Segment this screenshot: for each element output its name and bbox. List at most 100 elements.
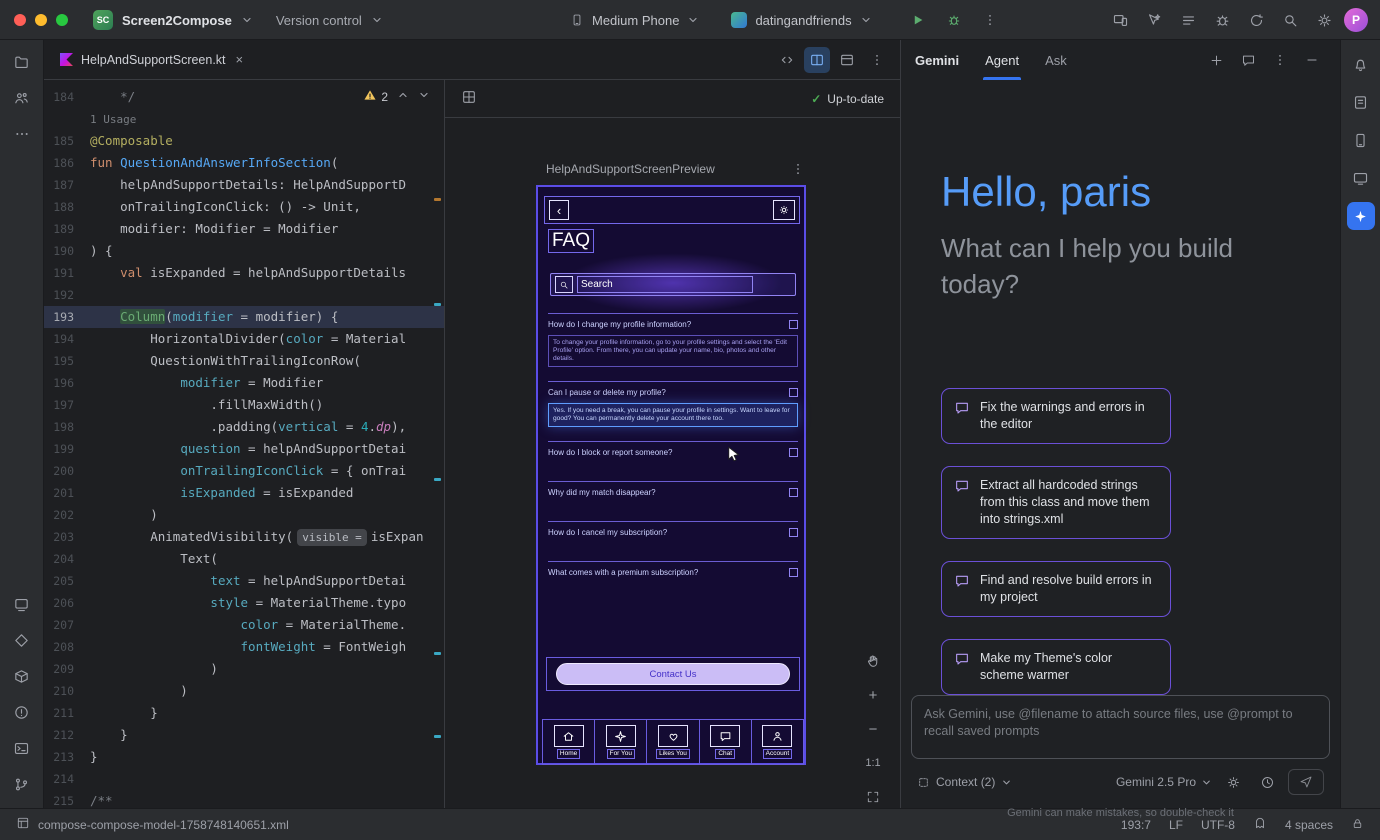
version-control-menu[interactable]: Version control — [276, 13, 362, 28]
gemini-prompt-input[interactable]: Ask Gemini, use @filename to attach sour… — [911, 695, 1330, 759]
new-chat-icon[interactable] — [1202, 46, 1230, 74]
assistant-icon[interactable] — [1347, 88, 1375, 116]
line-separator[interactable]: LF — [1169, 818, 1183, 832]
minimize-panel-icon[interactable] — [1298, 46, 1326, 74]
layout-grid-icon[interactable] — [461, 89, 477, 108]
suggestion-card[interactable]: Fix the warnings and errors in the edito… — [941, 388, 1171, 444]
more-actions-button[interactable] — [976, 6, 1004, 34]
code-line[interactable]: 215/** — [44, 790, 444, 808]
expand-icon[interactable] — [789, 448, 798, 457]
notifications-icon[interactable] — [1347, 50, 1375, 78]
editor-options-kebab[interactable] — [864, 47, 890, 73]
code-line[interactable]: 193 Column(modifier = modifier) { — [44, 306, 444, 328]
chevron-down-icon[interactable] — [241, 14, 253, 26]
expand-icon[interactable] — [789, 568, 798, 577]
prompt-history-icon[interactable] — [1254, 769, 1280, 795]
code-line[interactable]: 206 style = MaterialTheme.typo — [44, 592, 444, 614]
zoom-window-button[interactable] — [56, 14, 68, 26]
context-button[interactable]: Context (2) — [917, 775, 1012, 789]
caret-position[interactable]: 193:7 — [1121, 818, 1151, 832]
preview-name-label[interactable]: HelpAndSupportScreenPreview — [546, 162, 715, 176]
todo-list-icon[interactable] — [1174, 6, 1202, 34]
nav-item-account[interactable]: Account — [751, 720, 803, 764]
code-line[interactable]: 187 helpAndSupportDetails: HelpAndSuppor… — [44, 174, 444, 196]
device-manager-icon[interactable] — [1347, 126, 1375, 154]
ui-check-icon[interactable] — [8, 590, 36, 618]
run-button[interactable] — [904, 6, 932, 34]
run-configuration[interactable]: datingandfriends — [755, 13, 851, 28]
user-avatar[interactable]: P — [1344, 8, 1368, 32]
ai-actions-icon[interactable] — [1140, 6, 1168, 34]
expand-icon[interactable] — [789, 488, 798, 497]
device-mirroring-icon[interactable] — [1106, 6, 1134, 34]
faq-item[interactable]: What comes with a premium subscription? — [548, 561, 798, 601]
suggestion-card[interactable]: Make my Theme's color scheme warmer — [941, 639, 1171, 695]
code-line[interactable]: 194 HorizontalDivider(color = Material — [44, 328, 444, 350]
code-line[interactable]: 214 — [44, 768, 444, 790]
file-tab[interactable]: HelpAndSupportScreen.kt × — [44, 40, 253, 79]
zoom-ratio-button[interactable]: 1:1 — [860, 750, 886, 776]
faq-item[interactable]: Can I pause or delete my profile?Yes. If… — [548, 381, 798, 441]
sync-project-icon[interactable] — [1242, 6, 1270, 34]
code-view-button[interactable] — [774, 47, 800, 73]
suggestion-card[interactable]: Extract all hardcoded strings from this … — [941, 466, 1171, 539]
faq-item[interactable]: How do I block or report someone? — [548, 441, 798, 481]
expand-icon[interactable] — [789, 528, 798, 537]
code-line[interactable]: 201 isExpanded = isExpanded — [44, 482, 444, 504]
code-line[interactable]: 185@Composable — [44, 130, 444, 152]
code-editor[interactable]: 184 */1 Usage185@Composable186fun Questi… — [44, 80, 444, 808]
code-line[interactable]: 188 onTrailingIconClick: () -> Unit, — [44, 196, 444, 218]
suggestion-card[interactable]: Find and resolve build errors in my proj… — [941, 561, 1171, 617]
settings-icon[interactable] — [1310, 6, 1338, 34]
code-line[interactable]: 192 — [44, 284, 444, 306]
tab-ask[interactable]: Ask — [1045, 40, 1067, 80]
code-line[interactable]: 211 } — [44, 702, 444, 724]
preview-canvas[interactable]: HelpAndSupportScreenPreview ‹ FAQ Search — [445, 118, 900, 808]
chevron-down-icon[interactable] — [687, 14, 699, 26]
zoom-in-button[interactable]: + — [860, 682, 886, 708]
gemini-settings-icon[interactable] — [1220, 769, 1246, 795]
close-window-button[interactable] — [14, 14, 26, 26]
device-selector[interactable]: Medium Phone — [592, 13, 679, 28]
code-line[interactable]: 198 .padding(vertical = 4.dp), — [44, 416, 444, 438]
code-line[interactable]: 191 val isExpanded = helpAndSupportDetai… — [44, 262, 444, 284]
debug-button[interactable] — [940, 6, 968, 34]
lock-icon[interactable] — [1351, 817, 1364, 833]
code-line[interactable]: 195 QuestionWithTrailingIconRow( — [44, 350, 444, 372]
chat-history-icon[interactable] — [1234, 46, 1262, 74]
code-line[interactable]: 200 onTrailingIconClick = { onTrai — [44, 460, 444, 482]
encoding[interactable]: UTF-8 — [1201, 818, 1235, 832]
more-tool-windows-icon[interactable] — [8, 120, 36, 148]
build-icon[interactable] — [8, 662, 36, 690]
zoom-to-fit-button[interactable] — [860, 784, 886, 810]
code-line[interactable]: 190) { — [44, 240, 444, 262]
zoom-out-button[interactable]: − — [860, 716, 886, 742]
model-selector[interactable]: Gemini 2.5 Pro — [1116, 775, 1212, 789]
code-line[interactable]: 199 question = helpAndSupportDetai — [44, 438, 444, 460]
code-line[interactable]: 196 modifier = Modifier — [44, 372, 444, 394]
send-button[interactable] — [1288, 769, 1324, 795]
minimize-window-button[interactable] — [35, 14, 47, 26]
search-icon[interactable] — [1276, 6, 1304, 34]
version-control-icon[interactable] — [8, 770, 36, 798]
expand-icon[interactable] — [789, 320, 798, 329]
code-line[interactable]: 209 ) — [44, 658, 444, 680]
nav-item-home[interactable]: Home — [543, 720, 594, 764]
code-line[interactable]: 203 AnimatedVisibility(visible =isExpan — [44, 526, 444, 548]
code-line[interactable]: 186fun QuestionAndAnswerInfoSection( — [44, 152, 444, 174]
next-issue-icon[interactable] — [418, 89, 430, 104]
code-line[interactable]: 213} — [44, 746, 444, 768]
nav-item-chat[interactable]: Chat — [699, 720, 751, 764]
indent-style[interactable]: 4 spaces — [1285, 818, 1333, 832]
settings-gear-button[interactable] — [773, 200, 795, 220]
inspection-widget[interactable]: 2 — [363, 88, 430, 105]
code-line[interactable]: 208 fontWeight = FontWeigh — [44, 636, 444, 658]
pan-icon[interactable] — [860, 648, 886, 674]
split-view-button[interactable] — [804, 47, 830, 73]
profiler-icon[interactable] — [1208, 6, 1236, 34]
nav-item-for-you[interactable]: For You — [594, 720, 646, 764]
preview-options-kebab[interactable] — [787, 158, 809, 180]
code-line[interactable]: 204 Text( — [44, 548, 444, 570]
code-line[interactable]: 1 Usage — [44, 108, 444, 130]
chevron-down-icon[interactable] — [371, 14, 383, 26]
